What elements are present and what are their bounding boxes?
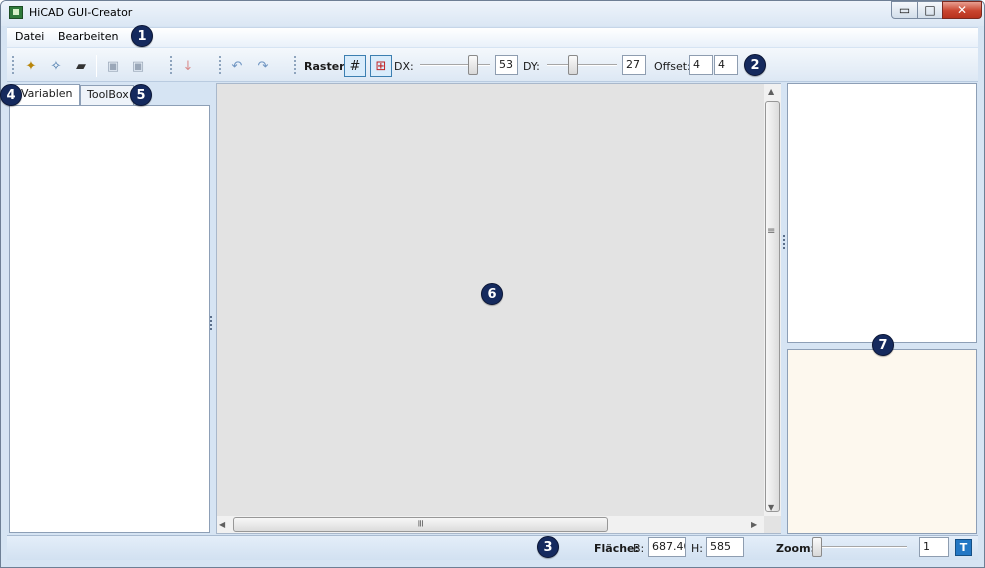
toolbar-separator <box>96 55 97 77</box>
properties-panel[interactable] <box>787 349 977 534</box>
callout-badge-7: 7 <box>872 334 894 356</box>
menu-bearbeiten[interactable]: Bearbeiten <box>58 30 118 43</box>
right-splitter-grip[interactable] <box>783 235 785 249</box>
scroll-down-icon[interactable]: ▼ <box>768 503 774 512</box>
toolbar-grip[interactable] <box>219 56 221 74</box>
dy-slider-track[interactable] <box>547 64 617 66</box>
zoom-label: Zoom: <box>776 542 815 555</box>
new-file-button[interactable]: ✦ <box>20 55 42 77</box>
scroll-up-icon[interactable]: ▲ <box>768 87 774 96</box>
offset-x-field[interactable]: 4 <box>689 55 713 75</box>
dx-value-field[interactable]: 53 <box>495 55 518 75</box>
callout-badge-3: 3 <box>537 536 559 558</box>
vertical-scroll-thumb[interactable] <box>765 101 780 512</box>
dx-label: DX: <box>394 60 414 73</box>
grid-toggle-button[interactable]: # <box>344 55 366 77</box>
minimize-button[interactable]: ▭ <box>891 1 918 19</box>
offset-y-field[interactable]: 4 <box>714 55 738 75</box>
width-field[interactable]: 687.40 <box>648 537 686 557</box>
close-icon: ✕ <box>956 3 968 17</box>
zoom-slider-thumb[interactable] <box>812 537 822 557</box>
dx-slider-track[interactable] <box>420 64 490 66</box>
minimize-icon: ▭ <box>898 3 911 17</box>
undo-button[interactable]: ↶ <box>226 55 248 77</box>
redo-button[interactable]: ↷ <box>252 55 274 77</box>
open-folder-icon: ▰ <box>76 58 86 74</box>
save-button[interactable]: ▣ <box>102 55 124 77</box>
snap-grid-icon: ⊞ <box>375 58 387 74</box>
title-bar[interactable] <box>1 1 984 26</box>
vertical-thumb-grip-icon: ≡ <box>767 226 776 237</box>
scroll-right-icon[interactable]: ▶ <box>751 520 757 529</box>
undo-icon: ↶ <box>231 58 243 74</box>
height-label: H: <box>691 542 703 555</box>
new-dialog-icon: ✧ <box>50 58 62 74</box>
callout-badge-5: 5 <box>130 84 152 106</box>
app-logo-icon <box>9 6 23 19</box>
callout-badge-1: 1 <box>131 25 153 47</box>
new-file-icon: ✦ <box>25 58 37 74</box>
save-as-button[interactable]: ▣ <box>127 55 149 77</box>
width-label: B: <box>633 542 645 555</box>
save-as-icon: ▣ <box>131 58 145 74</box>
callout-badge-2: 2 <box>744 54 766 76</box>
save-icon: ▣ <box>106 58 120 74</box>
raster-label: Raster: <box>304 60 349 73</box>
text-tool-icon[interactable]: T <box>955 539 972 556</box>
maximize-button[interactable]: □ <box>917 1 943 19</box>
toolbar <box>7 48 978 82</box>
close-button[interactable]: ✕ <box>942 1 982 19</box>
window-title: HiCAD GUI-Creator <box>29 6 133 19</box>
dx-slider-thumb[interactable] <box>468 55 478 75</box>
zoom-slider-track[interactable] <box>815 546 907 548</box>
menu-datei[interactable]: Datei <box>15 30 44 43</box>
dy-slider-thumb[interactable] <box>568 55 578 75</box>
grid-icon: # <box>349 58 361 74</box>
pin-button[interactable]: ↓ <box>177 55 199 77</box>
new-dialog-button[interactable]: ✧ <box>45 55 67 77</box>
pin-icon: ↓ <box>182 58 194 74</box>
snap-toggle-button[interactable]: ⊞ <box>370 55 392 77</box>
toolbar-grip[interactable] <box>294 56 296 74</box>
preview-panel[interactable] <box>787 83 977 343</box>
dy-label: DY: <box>523 60 540 73</box>
callout-badge-4: 4 <box>0 84 22 106</box>
toolbar-grip[interactable] <box>12 56 14 74</box>
horizontal-thumb-grip-icon: ≡ <box>414 519 426 528</box>
redo-icon: ↷ <box>257 58 269 74</box>
scroll-left-icon[interactable]: ◀ <box>219 520 225 529</box>
dy-value-field[interactable]: 27 <box>622 55 646 75</box>
zoom-value-field[interactable]: 1 <box>919 537 949 557</box>
design-canvas[interactable] <box>216 83 783 534</box>
tab-toolbox[interactable]: ToolBox <box>80 85 134 105</box>
callout-badge-6: 6 <box>481 283 503 305</box>
maximize-icon: □ <box>924 3 936 17</box>
height-field[interactable]: 585 <box>706 537 744 557</box>
variables-list[interactable] <box>9 105 210 533</box>
left-splitter-grip[interactable] <box>210 316 212 330</box>
offset-label: Offset: <box>654 60 691 73</box>
open-button[interactable]: ▰ <box>70 55 92 77</box>
toolbar-grip[interactable] <box>170 56 172 74</box>
